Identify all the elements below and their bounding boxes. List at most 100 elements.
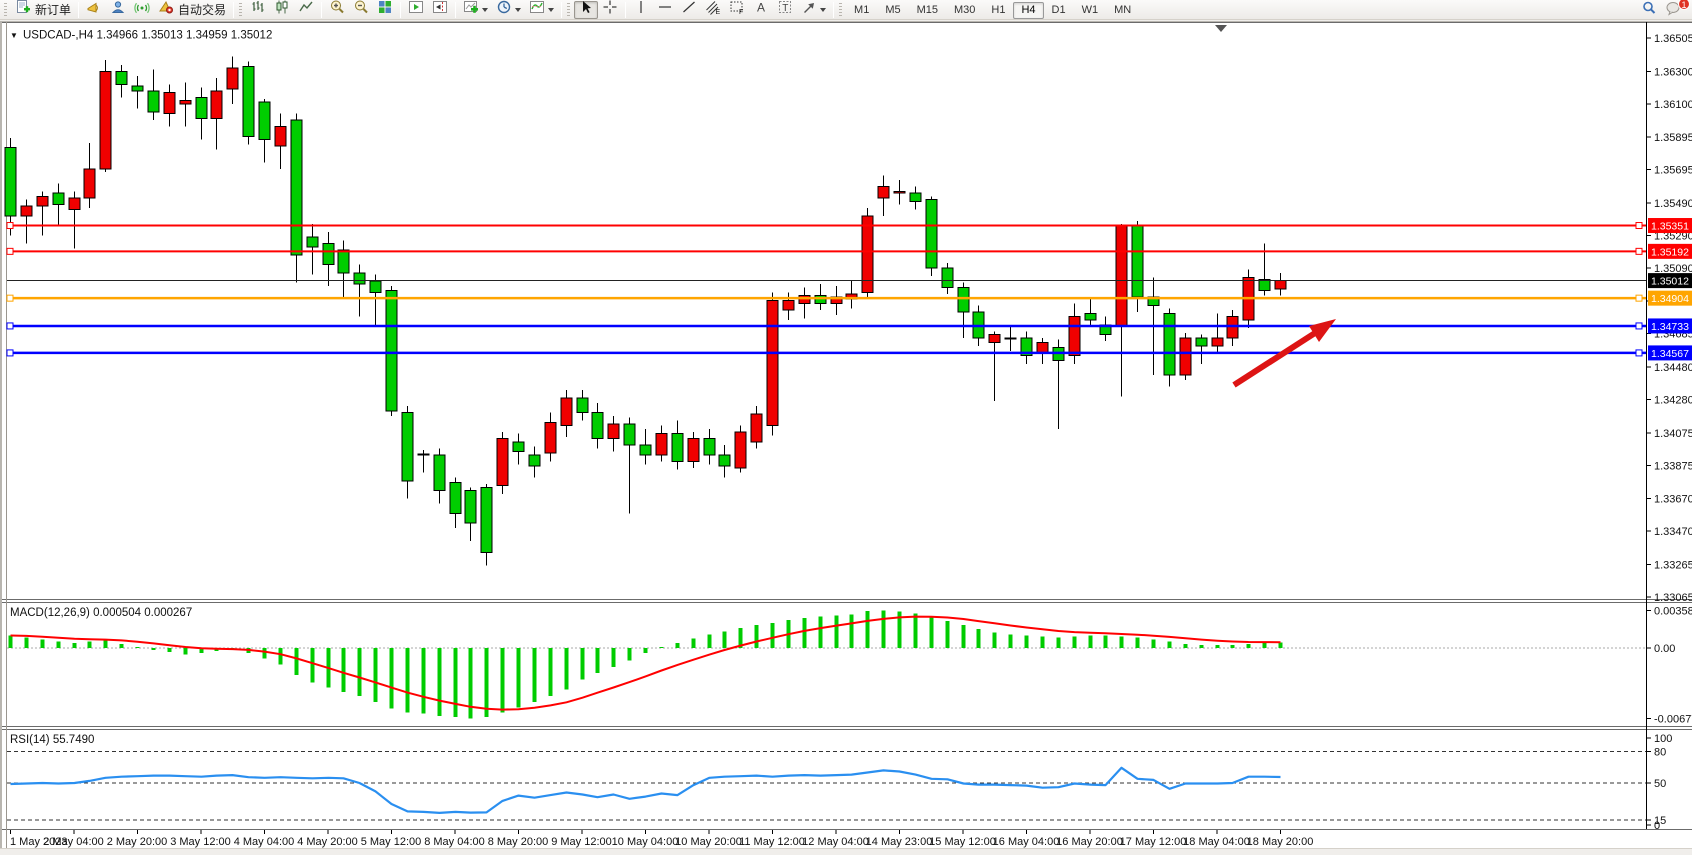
text-label-icon: T — [777, 0, 793, 20]
search-button[interactable] — [1637, 1, 1661, 19]
time-tick-label: 5 May 12:00 — [361, 836, 422, 848]
zoom-in-button[interactable] — [325, 1, 349, 19]
time-axis[interactable]: 1 May 20232 May 04:002 May 20:003 May 12… — [10, 830, 1313, 848]
cursor-tool-button[interactable] — [574, 1, 598, 19]
auto-trading-button[interactable]: 自动交易 — [154, 1, 230, 19]
macd-signal-line — [11, 617, 1281, 710]
toolbar-grip[interactable] — [839, 3, 842, 17]
line-handle[interactable] — [7, 223, 13, 229]
line-handle[interactable] — [1636, 323, 1642, 329]
line-handle[interactable] — [1636, 223, 1642, 229]
candle — [1005, 338, 1016, 339]
candle — [894, 192, 905, 194]
candlestick-mode-button[interactable] — [270, 1, 294, 19]
candle — [545, 422, 556, 453]
timeframe-m5-button[interactable]: M5 — [877, 2, 908, 19]
timeframe-group: M1M5M15M30H1H4D1W1MN — [846, 0, 1139, 19]
horizontal-line-tool-button[interactable] — [653, 1, 677, 19]
time-tick-label: 17 May 12:00 — [1120, 836, 1187, 848]
text-label-tool-button[interactable]: T — [773, 1, 797, 19]
timeframe-mn-button[interactable]: MN — [1106, 2, 1139, 19]
chart-shift-marker[interactable] — [1215, 25, 1227, 32]
new-order-button[interactable]: 新订单 — [11, 1, 75, 19]
bar-chart-mode-button[interactable] — [246, 1, 270, 19]
symbol-ohlc-label: USDCAD-,H4 1.34966 1.35013 1.34959 1.350… — [23, 30, 272, 42]
svg-text:E: E — [716, 9, 721, 15]
candle — [958, 287, 969, 311]
community-button[interactable] — [106, 1, 130, 19]
fibonacci-tool-button[interactable]: F — [725, 1, 749, 19]
hline-objects[interactable] — [7, 223, 1646, 356]
candle — [370, 281, 381, 292]
toolbar-grip[interactable] — [567, 3, 570, 17]
fibonacci-icon: F — [729, 0, 745, 20]
price-label: 1.35192 — [1648, 244, 1692, 259]
chat-button[interactable]: 1 — [1661, 1, 1686, 19]
price-axis[interactable]: 1.365051.363001.361001.358951.356951.354… — [1646, 33, 1692, 832]
trendline-icon — [681, 0, 697, 20]
vertical-line-tool-button[interactable] — [629, 1, 653, 19]
candle — [354, 273, 365, 284]
tile-windows-button[interactable] — [373, 1, 397, 19]
line-handle[interactable] — [1636, 248, 1642, 254]
toolbar-separator — [561, 2, 562, 18]
candle — [577, 398, 588, 413]
chart-shift-button[interactable] — [428, 1, 452, 19]
toolbar-grip[interactable] — [4, 3, 7, 17]
line-chart-mode-button[interactable] — [294, 1, 318, 19]
price-label: 1.35012 — [1648, 273, 1692, 288]
equidistant-channel-tool-button[interactable]: E — [701, 1, 725, 19]
time-tick-label: 16 May 20:00 — [1056, 836, 1123, 848]
toolbar-grip[interactable] — [239, 3, 242, 17]
symbol-collapse-icon[interactable]: ▼ — [10, 31, 18, 40]
signal-button[interactable] — [130, 1, 154, 19]
candle — [1196, 338, 1207, 346]
crosshair-tool-button[interactable] — [598, 1, 622, 19]
chart-window[interactable]: 1.365051.363001.361001.358951.356951.354… — [0, 21, 1692, 848]
line-handle[interactable] — [1636, 295, 1642, 301]
clock-icon — [496, 0, 512, 20]
line-handle[interactable] — [1636, 350, 1642, 356]
candle — [196, 97, 207, 118]
candle — [783, 300, 794, 310]
arrow-shaft[interactable] — [1234, 333, 1315, 385]
timeframe-h1-button[interactable]: H1 — [983, 2, 1013, 19]
arrows-icon — [801, 0, 817, 20]
price-label: 1.34733 — [1648, 318, 1692, 333]
zoom-out-button[interactable] — [349, 1, 373, 19]
timeframe-h4-button[interactable]: H4 — [1013, 2, 1043, 19]
line-handle[interactable] — [7, 248, 13, 254]
search-icon — [1641, 0, 1657, 21]
arrow-head[interactable] — [1309, 319, 1336, 342]
arrows-tool-button[interactable] — [797, 1, 830, 19]
timeframe-m30-button[interactable]: M30 — [946, 2, 983, 19]
timeframe-m1-button[interactable]: M1 — [846, 2, 877, 19]
chevron-down-icon — [482, 8, 488, 12]
candle — [211, 91, 222, 119]
price-tick-label: 1.36300 — [1654, 66, 1692, 78]
toolbar-separator — [78, 2, 79, 18]
chevron-down-icon — [515, 8, 521, 12]
line-handle[interactable] — [7, 350, 13, 356]
candle — [1275, 281, 1286, 289]
line-handle[interactable] — [7, 295, 13, 301]
timeframe-w1-button[interactable]: W1 — [1074, 2, 1107, 19]
timeframe-d1-button[interactable]: D1 — [1044, 2, 1074, 19]
candle — [69, 198, 80, 209]
candle — [1164, 313, 1175, 375]
price-tick-label: 1.36505 — [1654, 33, 1692, 45]
chart-canvas[interactable]: 1.365051.363001.361001.358951.356951.354… — [2, 22, 1692, 848]
new-chart-button[interactable] — [459, 1, 492, 19]
indicators-button[interactable] — [525, 1, 558, 19]
trendline-tool-button[interactable] — [677, 1, 701, 19]
main-toolbar: 新订单 自动交易 — [0, 0, 1692, 20]
timeframe-m15-button[interactable]: M15 — [909, 2, 946, 19]
auto-scroll-button[interactable] — [404, 1, 428, 19]
text-tool-button[interactable]: A — [749, 1, 773, 19]
periods-button[interactable] — [492, 1, 525, 19]
alerts-button[interactable] — [82, 1, 106, 19]
time-tick-label: 8 May 04:00 — [424, 836, 485, 848]
price-label-text: 1.35012 — [1651, 276, 1689, 288]
time-tick-label: 18 May 20:00 — [1247, 836, 1314, 848]
line-handle[interactable] — [7, 323, 13, 329]
